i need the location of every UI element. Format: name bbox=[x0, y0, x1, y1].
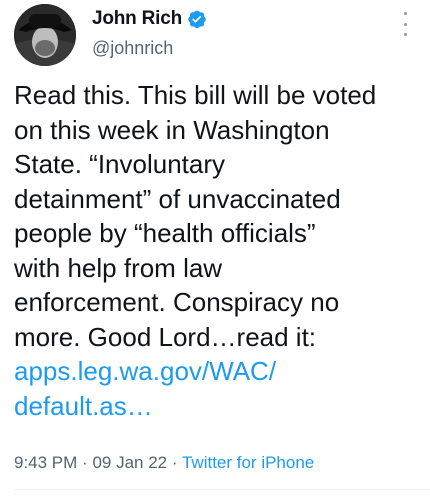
tweet-text-line: more. Good Lord…read it: bbox=[14, 321, 317, 352]
tweet-text-line: with help from law bbox=[14, 252, 223, 283]
tweet-text-line: detainment” of unvaccinated bbox=[14, 183, 341, 214]
tweet-link[interactable]: apps.leg.wa.gov/WAC/ bbox=[14, 354, 424, 389]
meta-separator: · bbox=[82, 453, 88, 472]
verified-badge-icon bbox=[187, 9, 207, 29]
tweet-text-line: on this week in Washington bbox=[14, 114, 330, 145]
tweet-link[interactable]: default.as… bbox=[14, 389, 424, 424]
tweet-time[interactable]: 9:43 PM bbox=[14, 453, 77, 472]
meta-separator: · bbox=[171, 453, 178, 472]
tweet-text-line: State. “Involuntary bbox=[14, 149, 225, 179]
author-name[interactable]: John Rich bbox=[92, 8, 182, 30]
tweet-text-line: enforcement. Conspiracy no bbox=[14, 287, 340, 317]
tweet-date[interactable]: 09 Jan 22 bbox=[92, 453, 167, 472]
tweet-text-line: Read this. This bill will be voted bbox=[14, 80, 377, 110]
tweet-meta: 9:43 PM · 09 Jan 22 · Twitter for iPhone bbox=[14, 453, 314, 473]
author-handle[interactable]: @johnrich bbox=[92, 38, 173, 59]
tweet-source[interactable]: Twitter for iPhone bbox=[182, 453, 314, 472]
tweet: John Rich @johnrich Read this. This bill… bbox=[0, 0, 430, 500]
tweet-text: Read this. This bill will be voted on th… bbox=[14, 78, 424, 423]
divider bbox=[14, 489, 430, 490]
more-options-icon[interactable] bbox=[398, 12, 412, 36]
author-row: John Rich bbox=[92, 8, 207, 30]
avatar[interactable] bbox=[14, 4, 76, 66]
tweet-text-line: people by “health officials” bbox=[14, 218, 316, 248]
